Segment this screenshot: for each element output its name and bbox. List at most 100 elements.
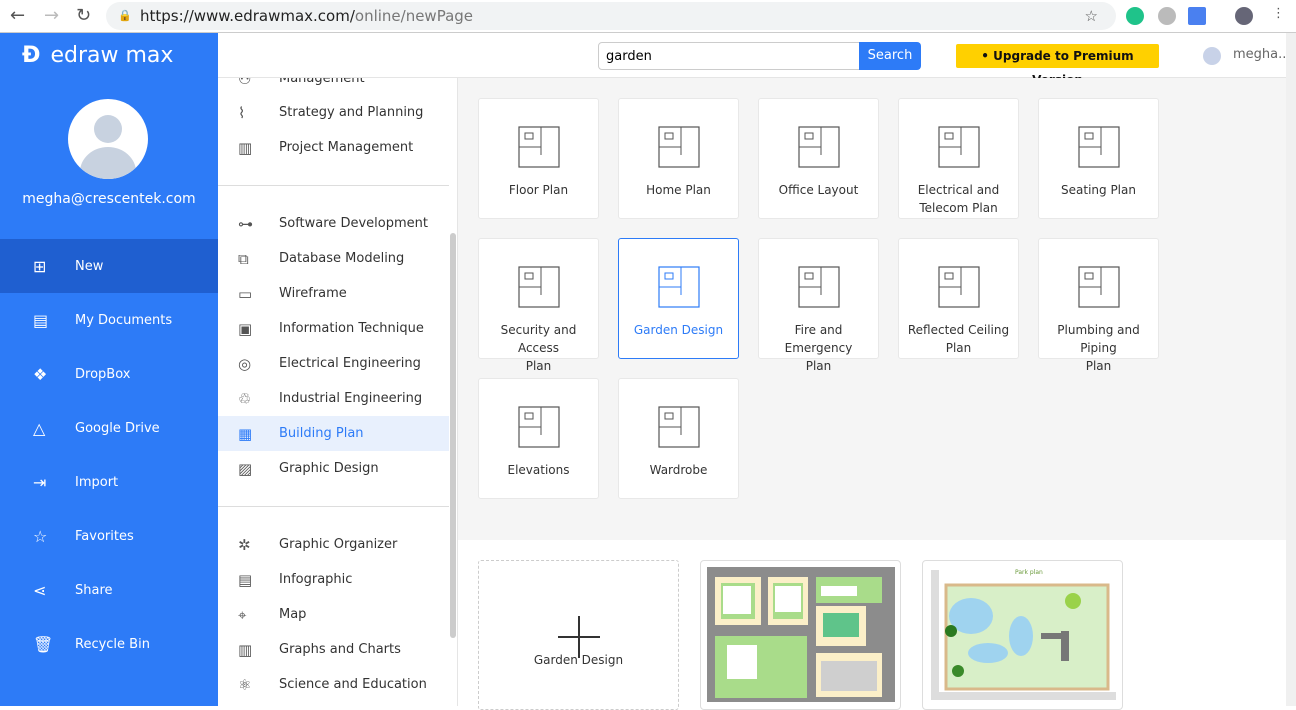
category-information-technique[interactable]: ▣ Information Technique bbox=[218, 311, 449, 346]
globe-icon[interactable] bbox=[1158, 7, 1176, 25]
template-thumbnail-icon bbox=[658, 406, 700, 448]
factory-icon: ♲ bbox=[238, 389, 252, 408]
category-label: Building Plan bbox=[279, 426, 364, 441]
label: Import bbox=[75, 474, 119, 490]
category-label: Project Management bbox=[279, 140, 414, 155]
label: Google Drive bbox=[75, 420, 160, 436]
park-plan-thumbnail: Park plan bbox=[931, 569, 1116, 700]
template-office-layout[interactable]: Office Layout bbox=[758, 98, 879, 219]
sidebar-item-favorites[interactable]: ☆ Favorites bbox=[0, 509, 218, 563]
template-garden-design[interactable]: Garden Design bbox=[618, 238, 739, 359]
template-home-plan[interactable]: Home Plan bbox=[618, 98, 739, 219]
template-label: Seating Plan bbox=[1061, 183, 1136, 197]
search-input[interactable] bbox=[598, 42, 860, 70]
example-city-garden[interactable] bbox=[700, 560, 901, 710]
blank-label: Garden Design bbox=[533, 653, 624, 667]
category-label: Strategy and Planning bbox=[279, 105, 424, 120]
grammarly-icon[interactable] bbox=[1126, 7, 1144, 25]
document-icon: ▤ bbox=[33, 310, 49, 330]
category-project-management[interactable]: ▥ Project Management bbox=[218, 130, 449, 165]
label: Favorites bbox=[75, 528, 134, 544]
category-graphic-design[interactable]: ▨ Graphic Design bbox=[218, 451, 449, 486]
category-electrical-engineering[interactable]: ◎ Electrical Engineering bbox=[218, 346, 449, 381]
template-label: Fire and Emergency Plan bbox=[784, 323, 853, 373]
template-thumbnail-icon bbox=[798, 126, 840, 168]
import-icon: ⇥ bbox=[33, 472, 47, 492]
category-database-modeling[interactable]: ⧉ Database Modeling bbox=[218, 241, 449, 276]
category-label: Science and Education bbox=[279, 677, 427, 692]
category-industrial-engineering[interactable]: ♲ Industrial Engineering bbox=[218, 381, 449, 416]
template-elevations[interactable]: Elevations bbox=[478, 378, 599, 499]
template-label: Floor Plan bbox=[508, 183, 569, 197]
logo[interactable]: Ðedraw max bbox=[22, 43, 173, 68]
template-floor-plan[interactable]: Floor Plan bbox=[478, 98, 599, 219]
app-name: edraw max bbox=[50, 43, 174, 68]
template-plumbing-and-piping[interactable]: Plumbing and Piping Plan bbox=[1038, 238, 1159, 373]
url-path: online/newPage bbox=[354, 7, 474, 25]
user-menu[interactable]: megha... bbox=[1203, 47, 1291, 65]
template-label: Office Layout bbox=[778, 183, 859, 197]
example-park-plan[interactable]: Park plan bbox=[922, 560, 1123, 710]
category-graphs-and-charts[interactable]: ▥ Graphs and Charts bbox=[218, 632, 449, 667]
category-wireframe[interactable]: ▭ Wireframe bbox=[218, 276, 449, 311]
search-button[interactable]: Search bbox=[859, 42, 921, 70]
translate-icon[interactable] bbox=[1188, 7, 1206, 25]
circuit-icon: ◎ bbox=[238, 354, 252, 373]
examples-section: Garden Design Park plan bbox=[458, 540, 1286, 710]
sidebar-item-my-documents[interactable]: ▤ My Documents bbox=[0, 293, 218, 347]
user-icon bbox=[1203, 47, 1221, 65]
top-bar: Search • Upgrade to Premium Version megh… bbox=[218, 33, 1296, 87]
menu-icon[interactable]: ⋮ bbox=[1272, 6, 1285, 21]
template-security-and-access[interactable]: Security and Access Plan bbox=[478, 238, 599, 373]
people-icon: ⚇ bbox=[238, 78, 252, 88]
atom-icon: ⚛ bbox=[238, 675, 252, 694]
monitor-icon: ▣ bbox=[238, 319, 253, 338]
avatar[interactable] bbox=[68, 99, 148, 179]
sidebar-item-dropbox[interactable]: ❖ DropBox bbox=[0, 347, 218, 401]
template-seating-plan[interactable]: Seating Plan bbox=[1038, 98, 1159, 219]
category-software-development[interactable]: ⊶ Software Development bbox=[218, 206, 449, 241]
category-scrollbar[interactable] bbox=[450, 233, 456, 638]
profile-icon[interactable] bbox=[1235, 7, 1253, 25]
sidebar-item-share[interactable]: ⋖ Share bbox=[0, 563, 218, 617]
map-pin-icon: ⌖ bbox=[238, 605, 247, 624]
template-thumbnail-icon bbox=[1078, 126, 1120, 168]
label: DropBox bbox=[75, 366, 131, 382]
bar-chart-icon: ▥ bbox=[238, 640, 253, 659]
label: Recycle Bin bbox=[75, 636, 150, 652]
park-plan-title: Park plan bbox=[1015, 569, 1043, 576]
template-fire-and-emergency[interactable]: Fire and Emergency Plan bbox=[758, 238, 879, 373]
hierarchy-icon: ⊶ bbox=[238, 214, 253, 233]
reload-icon[interactable]: ↻ bbox=[76, 5, 91, 26]
forward-icon[interactable]: → bbox=[44, 5, 59, 26]
category-label: Map bbox=[279, 607, 307, 622]
sidebar-item-import[interactable]: ⇥ Import bbox=[0, 455, 218, 509]
sidebar-item-new[interactable]: ⊞ New bbox=[0, 239, 218, 293]
template-wardrobe[interactable]: Wardrobe bbox=[618, 378, 739, 499]
divider bbox=[218, 185, 449, 186]
template-thumbnail-icon bbox=[1078, 266, 1120, 308]
category-strategy-and-planning[interactable]: ⌇ Strategy and Planning bbox=[218, 95, 449, 130]
category-infographic[interactable]: ▤ Infographic bbox=[218, 562, 449, 597]
address-bar[interactable]: 🔒 https://www.edrawmax.com/online/newPage… bbox=[106, 2, 1116, 30]
plus-square-icon: ⊞ bbox=[33, 256, 47, 276]
template-label: Elevations bbox=[507, 463, 570, 477]
template-thumbnail-icon bbox=[658, 126, 700, 168]
category-label: Electrical Engineering bbox=[279, 356, 421, 371]
category-science-and-education[interactable]: ⚛ Science and Education bbox=[218, 667, 449, 702]
star-icon[interactable]: ☆ bbox=[1085, 2, 1098, 30]
star-icon: ☆ bbox=[33, 526, 48, 546]
template-electrical-and[interactable]: Electrical and Telecom Plan bbox=[898, 98, 1019, 219]
category-graphic-organizer[interactable]: ✲ Graphic Organizer bbox=[218, 527, 449, 562]
category-map[interactable]: ⌖ Map bbox=[218, 597, 449, 632]
wireframe-icon: ▭ bbox=[238, 284, 253, 303]
sidebar-item-google-drive[interactable]: △ Google Drive bbox=[0, 401, 218, 455]
sidebar-item-recycle-bin[interactable]: 🗑 Recycle Bin bbox=[0, 617, 218, 671]
upgrade-button[interactable]: • Upgrade to Premium Version bbox=[956, 44, 1159, 87]
category-management[interactable]: ⚇ Management bbox=[218, 78, 449, 96]
new-blank-garden-design[interactable]: Garden Design bbox=[478, 560, 679, 710]
template-reflected-ceiling[interactable]: Reflected Ceiling Plan bbox=[898, 238, 1019, 359]
back-icon[interactable]: ← bbox=[10, 5, 25, 26]
page-scrollbar[interactable] bbox=[1286, 33, 1296, 706]
category-building-plan[interactable]: ▦ Building Plan bbox=[218, 416, 449, 451]
